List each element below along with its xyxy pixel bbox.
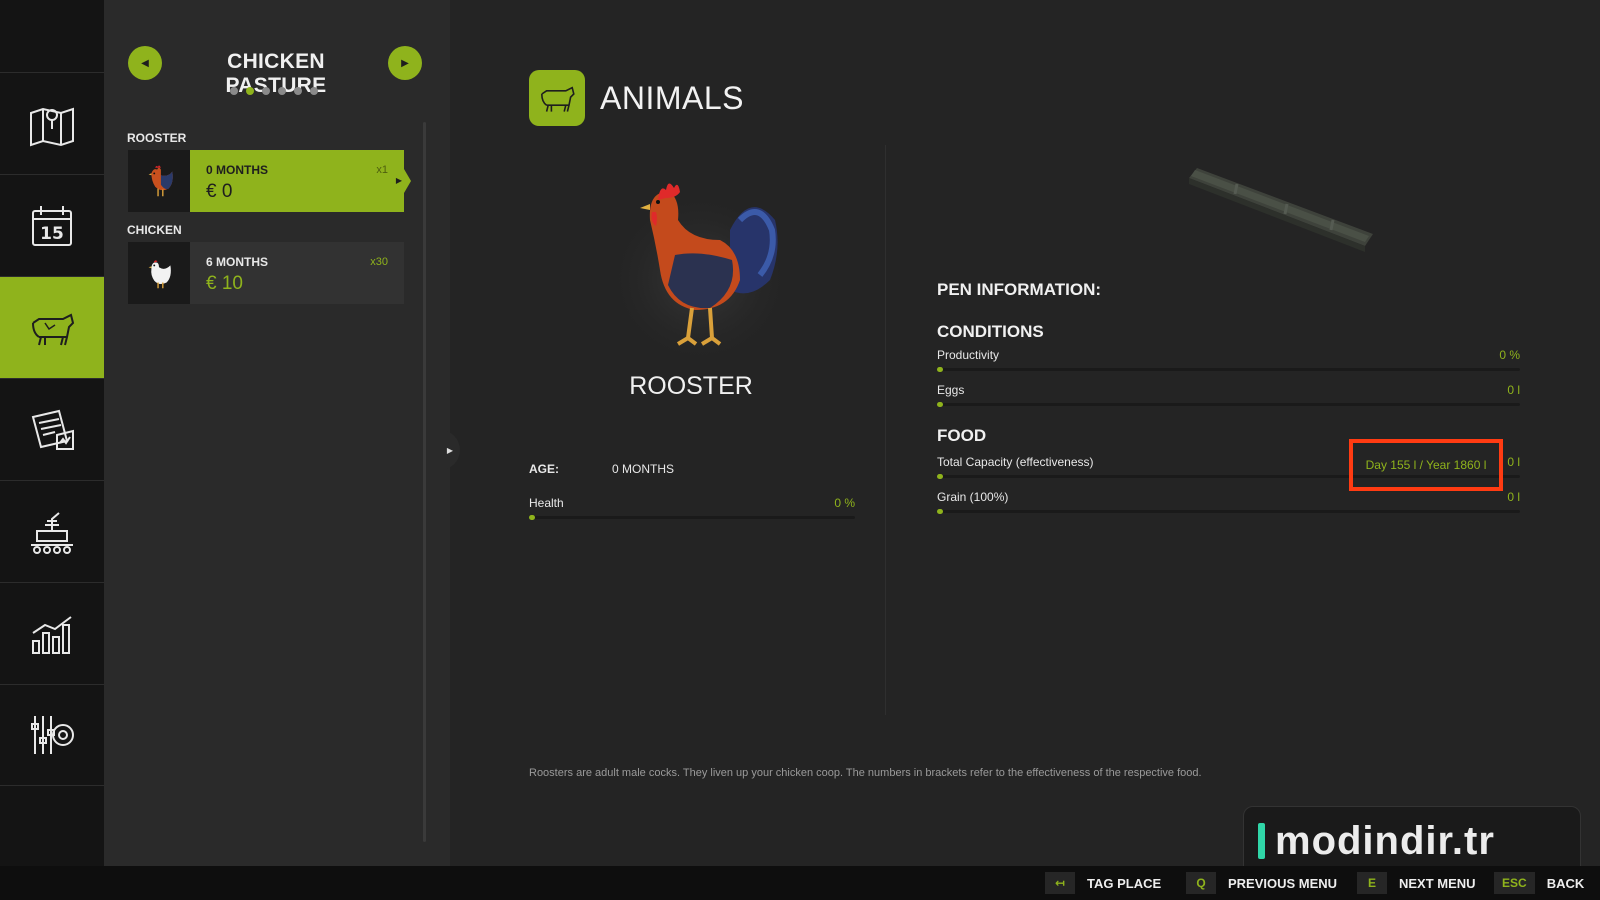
health-value: 0 %: [834, 496, 855, 510]
animal-row-rooster[interactable]: 0 MONTHS € 0 x1 ▶: [128, 150, 411, 212]
animal-row-chicken[interactable]: 6 MONTHS € 10 x30: [128, 242, 404, 304]
rooster-age: 0 MONTHS: [206, 163, 269, 177]
hint-key-next-menu: E: [1357, 872, 1387, 894]
grain-bar: [937, 509, 1520, 514]
sidebar-item-contracts[interactable]: [0, 378, 104, 480]
contracts-icon: [31, 409, 74, 450]
total-capacity-label: Total Capacity (effectiveness): [937, 455, 1094, 469]
health-label: Health: [529, 496, 564, 510]
total-capacity-bar-fill: [937, 474, 943, 479]
chicken-thumbnail: [128, 242, 190, 304]
productivity-bar: [937, 367, 1520, 372]
settings-icon: [31, 716, 74, 754]
productivity-stat: Productivity 0 %: [937, 348, 1520, 374]
column-divider: [885, 145, 886, 715]
calendar-day: 15: [40, 224, 64, 244]
cow-icon: [541, 86, 575, 112]
hint-tag-place[interactable]: ↤ TAG PLACE: [1045, 872, 1161, 894]
cow-icon: [32, 313, 75, 345]
sidebar-item-map[interactable]: [0, 72, 104, 174]
hint-action-tag-place: TAG PLACE: [1087, 875, 1162, 891]
chicken-price: € 10: [206, 273, 243, 294]
sidebar-item-production[interactable]: [0, 480, 104, 582]
grain-bar-fill: [937, 509, 943, 514]
grain-stat: Grain (100%) 0 l: [937, 490, 1520, 516]
selected-arrow-icon: ▶: [395, 176, 402, 185]
health-stat: Health 0 %: [529, 496, 855, 522]
production-icon: [31, 511, 73, 554]
health-bar-fill: [529, 515, 535, 520]
age-value: 0 MONTHS: [612, 462, 675, 476]
hint-action-back: BACK: [1546, 875, 1585, 891]
map-icon: [30, 107, 74, 146]
pen-information-heading: PEN INFORMATION:: [937, 280, 1102, 299]
hint-next-menu[interactable]: E NEXT MENU: [1357, 872, 1476, 894]
rooster-image: [605, 180, 795, 360]
eggs-stat: Eggs 0 l: [937, 383, 1520, 409]
page-dots: [230, 87, 318, 95]
sidebar-item-settings[interactable]: [0, 684, 104, 786]
animals-screen: 15 ◀ CHICKEN PASTURE ▶ ROOSTER 0 MONTHS …: [0, 0, 1600, 900]
hint-previous-menu[interactable]: Q PREVIOUS MENU: [1186, 872, 1337, 894]
conditions-heading: CONDITIONS: [937, 322, 1044, 341]
health-bar: [529, 515, 855, 520]
input-hints-bar: ↤ TAG PLACE Q PREVIOUS MENU E NEXT MENU …: [0, 866, 1600, 900]
category-label-chicken: CHICKEN: [127, 223, 182, 237]
page-dot[interactable]: [294, 87, 302, 95]
collapse-panel-toggle[interactable]: ▶: [440, 430, 460, 470]
page-dot[interactable]: [310, 87, 318, 95]
productivity-label: Productivity: [937, 348, 1000, 362]
total-capacity-value: 0 l: [1507, 455, 1520, 469]
category-label-rooster: ROOSTER: [127, 131, 187, 145]
sidebar-item-animals[interactable]: [0, 276, 110, 378]
page-dot[interactable]: [278, 87, 286, 95]
eggs-bar: [937, 402, 1520, 407]
food-heading: FOOD: [937, 426, 987, 445]
sidebar-item-statistics[interactable]: [0, 582, 104, 684]
capacity-detail: Day 155 l / Year 1860 l: [1365, 458, 1487, 472]
prev-pasture-button[interactable]: ◀: [128, 46, 162, 80]
menu-sidebar: 15: [0, 0, 110, 866]
hint-key-tag-place: ↤: [1045, 872, 1075, 894]
feeding-trough-image: [1189, 168, 1373, 252]
animal-list-panel: ◀ CHICKEN PASTURE ▶ ROOSTER 0 MONTHS € 0…: [104, 0, 450, 866]
productivity-bar-fill: [937, 367, 943, 372]
page-dot[interactable]: [246, 87, 254, 95]
capacity-highlight-box: Day 155 l / Year 1860 l: [1349, 439, 1503, 491]
hint-key-back: ESC: [1494, 872, 1535, 894]
grain-label: Grain (100%): [937, 490, 1009, 504]
list-scrollbar[interactable]: [423, 122, 426, 842]
rooster-count: x1: [376, 164, 388, 176]
calendar-icon: 15: [32, 205, 72, 246]
eggs-label: Eggs: [937, 383, 965, 397]
eggs-bar-fill: [937, 402, 943, 407]
page-dot[interactable]: [230, 87, 238, 95]
age-row: AGE: 0 MONTHS: [529, 462, 674, 476]
rooster-price: € 0: [206, 181, 233, 202]
page-dot[interactable]: [262, 87, 270, 95]
productivity-value: 0 %: [1499, 348, 1520, 362]
hint-back[interactable]: ESC BACK: [1494, 872, 1584, 894]
next-pasture-button[interactable]: ▶: [388, 46, 422, 80]
page-title: ANIMALS: [600, 80, 744, 116]
watermark-text: modindir.tr: [1275, 818, 1495, 863]
age-label: AGE:: [529, 462, 559, 476]
statistics-icon: [32, 615, 72, 654]
grain-value: 0 l: [1507, 490, 1520, 504]
chevron-right-icon: ▶: [401, 57, 409, 69]
hint-action-previous-menu: PREVIOUS MENU: [1228, 875, 1338, 891]
animal-description: Roosters are adult male cocks. They live…: [529, 767, 1202, 779]
animals-header-icon: [529, 70, 585, 126]
rooster-thumbnail: [128, 150, 190, 212]
chicken-count: x30: [370, 256, 388, 268]
hint-key-previous-menu: Q: [1186, 872, 1216, 894]
animal-name: ROOSTER: [629, 372, 753, 400]
watermark-bar: [1258, 823, 1265, 859]
chevron-right-icon: ▶: [446, 445, 454, 455]
sidebar-item-calendar[interactable]: 15: [0, 174, 104, 276]
chevron-left-icon: ◀: [141, 57, 149, 69]
hint-action-next-menu: NEXT MENU: [1399, 875, 1476, 891]
eggs-value: 0 l: [1507, 383, 1520, 397]
